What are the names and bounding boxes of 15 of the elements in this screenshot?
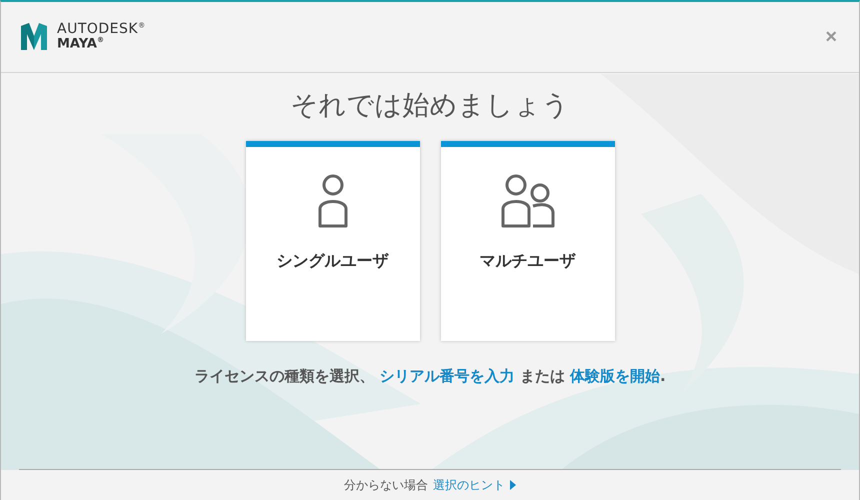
hint-link[interactable]: 選択のヒント (433, 476, 516, 494)
page-title: それでは始めましょう (290, 89, 570, 123)
close-button[interactable]: × (821, 26, 841, 48)
brand-name: AUTODESK$^{®}$ (57, 22, 146, 37)
help-text: 分からない場合 (344, 476, 428, 494)
link[interactable]: 体験版を開始 (570, 367, 660, 385)
product-name: MAYA$^{®}$ (57, 37, 105, 52)
person-icon (316, 173, 348, 229)
license-option-card[interactable]: マルチユーザ (440, 141, 614, 341)
instruction-text: ライセンスの種類を選択、 シリアル番号を入力 または 体験版を開始. (194, 367, 666, 386)
triangle-icon (510, 480, 516, 490)
logo-icon (19, 22, 49, 52)
link[interactable]: シリアル番号を入力 (380, 367, 515, 385)
license-option-card[interactable]: シングルユーザ (246, 141, 420, 341)
people-icon (500, 173, 556, 229)
